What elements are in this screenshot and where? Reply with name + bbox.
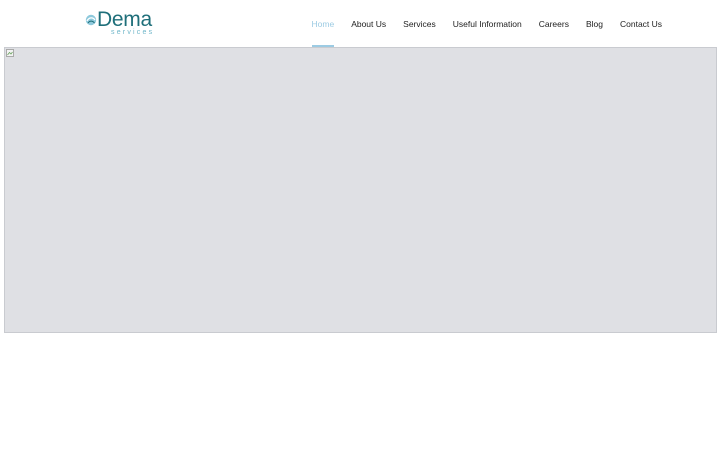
main-navigation: Home About Us Services Useful Informatio… [303, 0, 671, 47]
broken-image-icon [6, 49, 14, 57]
logo-tagline: services [111, 29, 155, 36]
nav-item-blog[interactable]: Blog [577, 0, 611, 47]
site-header: Dema services Home About Us Services Use… [0, 0, 720, 47]
nav-item-useful-information[interactable]: Useful Information [444, 0, 530, 47]
nav-item-services[interactable]: Services [395, 0, 445, 47]
nav-item-careers[interactable]: Careers [530, 0, 577, 47]
swirl-logo-icon [85, 14, 97, 26]
hero-banner [4, 47, 717, 333]
logo[interactable]: Dema services [85, 8, 152, 39]
nav-item-about-us[interactable]: About Us [343, 0, 395, 47]
logo-wordmark: Dema [97, 8, 152, 31]
nav-item-home[interactable]: Home [303, 0, 343, 47]
nav-item-contact-us[interactable]: Contact Us [611, 0, 670, 47]
